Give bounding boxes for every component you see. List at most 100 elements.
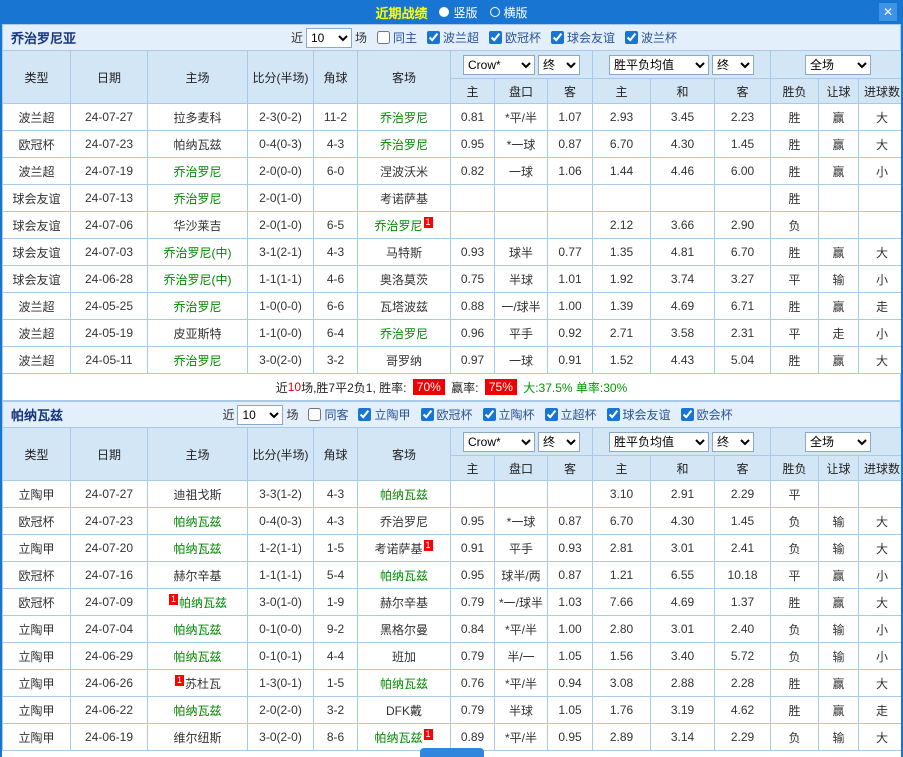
- league-checkbox[interactable]: [420, 408, 434, 421]
- bottom-partial-button[interactable]: [419, 748, 484, 757]
- away-team[interactable]: 考诺萨基 1: [357, 534, 451, 562]
- league-checkbox[interactable]: [625, 31, 639, 44]
- away-team[interactable]: 班加: [357, 642, 451, 670]
- league-checkbox[interactable]: [427, 31, 440, 44]
- result-wdl: 平: [770, 561, 820, 589]
- away-team[interactable]: 考诺萨基: [357, 184, 451, 212]
- league-filter[interactable]: 波兰超: [427, 29, 479, 46]
- fulltime-scope-select[interactable]: 全场: [805, 54, 872, 75]
- result-wdl: 平: [770, 319, 820, 347]
- home-team[interactable]: 赫尔辛基: [147, 561, 248, 589]
- league-filter-label: 球会友谊: [567, 31, 616, 45]
- layout-horizontal-radio[interactable]: 横版: [489, 4, 528, 21]
- home-team[interactable]: 拉多麦科: [147, 103, 248, 131]
- league-filter[interactable]: 欧冠杯: [420, 406, 473, 423]
- home-team[interactable]: 1 帕纳瓦兹: [147, 588, 248, 616]
- away-team[interactable]: 乔治罗尼: [357, 130, 451, 158]
- home-team[interactable]: 乔治罗尼: [147, 346, 248, 374]
- odds-provider-select[interactable]: Crow*: [463, 54, 535, 75]
- away-team[interactable]: 马特斯: [357, 238, 451, 266]
- league-checkbox[interactable]: [482, 408, 496, 421]
- handicap-line: *一/球半: [494, 588, 548, 616]
- away-team[interactable]: 帕纳瓦兹: [357, 561, 451, 589]
- home-team[interactable]: 乔治罗尼(中): [147, 265, 248, 293]
- away-team[interactable]: 黑格尔曼: [357, 615, 451, 643]
- league-badge: 立陶甲: [2, 534, 71, 562]
- league-checkbox[interactable]: [680, 408, 694, 421]
- league-filter-label: 欧会杯: [696, 408, 733, 422]
- wdl-average-select[interactable]: 胜平负均值: [609, 431, 710, 452]
- league-filter[interactable]: 立陶甲: [358, 406, 411, 423]
- recent-count-select[interactable]: 10: [305, 27, 352, 48]
- league-checkbox[interactable]: [606, 408, 620, 421]
- home-team[interactable]: 迪祖戈斯: [147, 480, 248, 508]
- league-filter[interactable]: 球会友谊: [551, 29, 615, 46]
- avg-home: 1.35: [592, 238, 652, 266]
- home-team[interactable]: 帕纳瓦兹: [147, 615, 248, 643]
- handicap-line: *平/半: [494, 723, 548, 751]
- league-filter[interactable]: 立超杯: [544, 406, 597, 423]
- avg-home: 1.56: [592, 642, 652, 670]
- summary-part: 10: [287, 380, 302, 394]
- avg-final-select[interactable]: 终: [712, 54, 755, 75]
- away-team[interactable]: DFK戴: [357, 696, 451, 724]
- odds-provider-select[interactable]: Crow*: [463, 431, 535, 452]
- result-handicap: 输: [818, 265, 860, 293]
- away-team[interactable]: 涅波沃米: [357, 157, 451, 185]
- away-team[interactable]: 帕纳瓦兹: [357, 480, 451, 508]
- layout-vertical-radio[interactable]: 竖版: [439, 4, 478, 21]
- league-checkbox[interactable]: [551, 31, 565, 44]
- league-checkbox[interactable]: [358, 408, 372, 421]
- fulltime-scope-select[interactable]: 全场: [805, 431, 872, 452]
- away-team[interactable]: 乔治罗尼: [357, 103, 451, 131]
- close-icon[interactable]: ✕: [879, 3, 897, 21]
- home-team[interactable]: 皮亚斯特: [147, 319, 248, 347]
- away-team[interactable]: 瓦塔波兹: [357, 292, 451, 320]
- result-goals: [858, 480, 901, 508]
- away-team[interactable]: 乔治罗尼: [357, 507, 451, 535]
- home-team[interactable]: 乔治罗尼: [147, 292, 248, 320]
- league-checkbox[interactable]: [489, 31, 503, 44]
- league-filter[interactable]: 波兰杯: [625, 29, 677, 46]
- odds-final-select[interactable]: 终: [538, 54, 580, 75]
- same-venue-checkbox[interactable]: [308, 408, 322, 421]
- home-team[interactable]: 帕纳瓦兹: [147, 130, 248, 158]
- same-venue-checkbox[interactable]: [376, 31, 390, 44]
- home-team[interactable]: 1 苏杜瓦: [147, 669, 248, 697]
- away-team[interactable]: 奥洛莫茨: [357, 265, 451, 293]
- avg-final-select[interactable]: 终: [712, 431, 755, 452]
- avg-draw: 3.14: [650, 723, 716, 751]
- league-checkbox[interactable]: [544, 408, 558, 421]
- result-wdl: 胜: [770, 669, 820, 697]
- home-team[interactable]: 维尔纽斯: [147, 723, 248, 751]
- away-team[interactable]: 乔治罗尼: [357, 319, 451, 347]
- corner-score: 4-3: [313, 480, 358, 508]
- handicap-line: 一/球半: [494, 292, 548, 320]
- league-filter[interactable]: 欧会杯: [680, 406, 733, 423]
- recent-count-select[interactable]: 10: [237, 404, 284, 425]
- odds-home: 0.89: [450, 723, 495, 751]
- home-team[interactable]: 帕纳瓦兹: [147, 642, 248, 670]
- home-team[interactable]: 帕纳瓦兹: [147, 534, 248, 562]
- away-team[interactable]: 帕纳瓦兹: [357, 669, 451, 697]
- result-handicap: 输: [818, 615, 860, 643]
- away-team-name: 黑格尔曼: [379, 622, 428, 637]
- away-team[interactable]: 帕纳瓦兹 1: [357, 723, 451, 751]
- home-team[interactable]: 帕纳瓦兹: [147, 507, 248, 535]
- odds-final-select[interactable]: 终: [538, 431, 580, 452]
- home-team[interactable]: 乔治罗尼: [147, 184, 248, 212]
- avg-home: 2.80: [592, 615, 652, 643]
- league-filter[interactable]: 球会友谊: [606, 406, 671, 423]
- away-team[interactable]: 乔治罗尼 1: [357, 211, 451, 239]
- wdl-average-select[interactable]: 胜平负均值: [609, 54, 710, 75]
- home-team[interactable]: 乔治罗尼(中): [147, 238, 248, 266]
- same-venue-filter[interactable]: 同客: [308, 406, 348, 423]
- home-team[interactable]: 华沙莱吉: [147, 211, 248, 239]
- home-team[interactable]: 帕纳瓦兹: [147, 696, 248, 724]
- same-venue-filter[interactable]: 同主: [376, 29, 417, 46]
- league-filter[interactable]: 欧冠杯: [489, 29, 541, 46]
- away-team[interactable]: 哥罗纳: [357, 346, 451, 374]
- home-team[interactable]: 乔治罗尼: [147, 157, 248, 185]
- league-filter[interactable]: 立陶杯: [482, 406, 535, 423]
- away-team[interactable]: 赫尔辛基: [357, 588, 451, 616]
